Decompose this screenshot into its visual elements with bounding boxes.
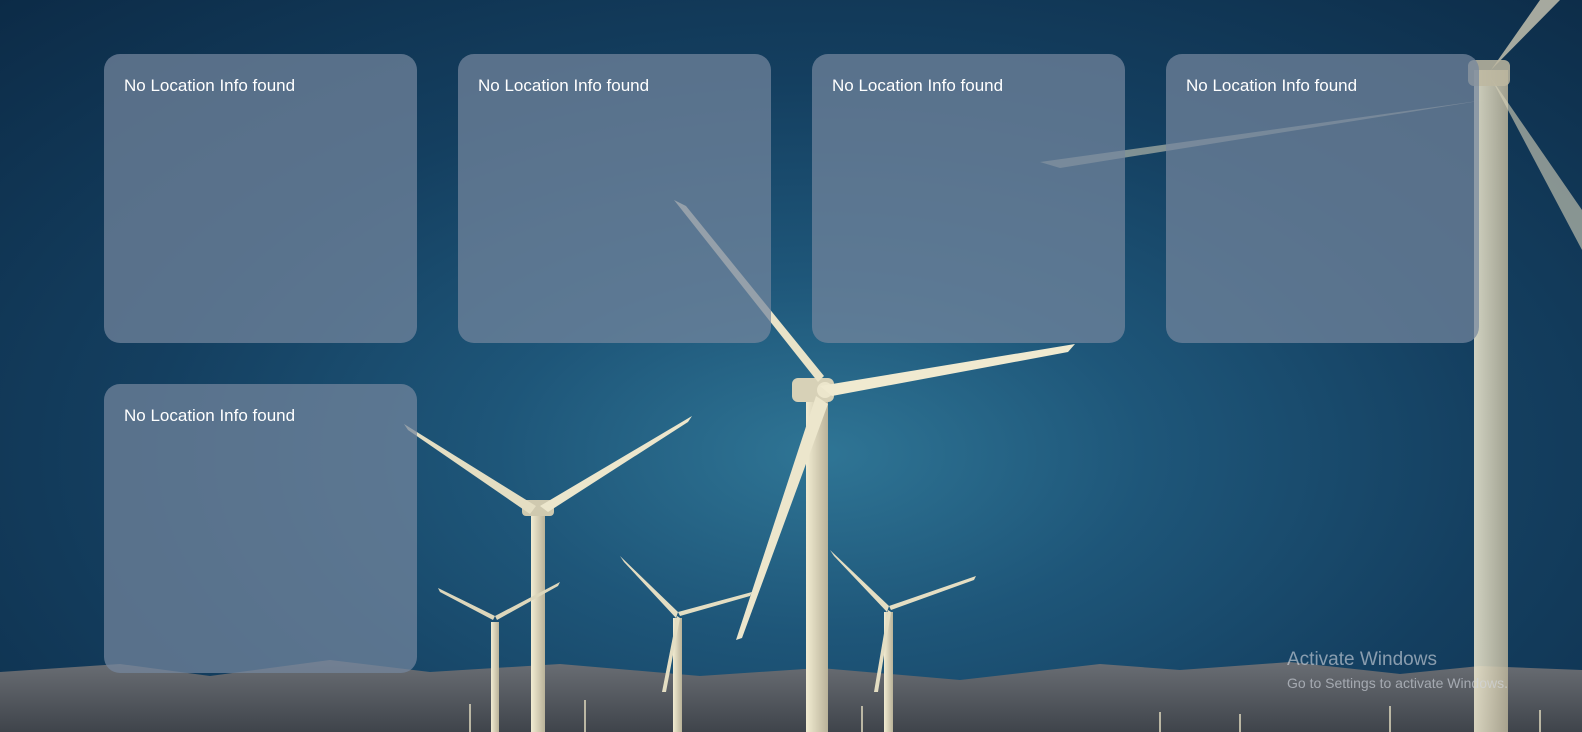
location-card: No Location Info found [458, 54, 771, 343]
location-card-message: No Location Info found [1186, 76, 1358, 95]
location-card-message: No Location Info found [124, 76, 296, 95]
location-card-message: No Location Info found [478, 76, 650, 95]
activation-watermark-subtitle: Go to Settings to activate Windows. [1287, 675, 1508, 691]
location-card: No Location Info found [104, 54, 417, 343]
location-card-message: No Location Info found [124, 406, 296, 425]
location-card: No Location Info found [104, 384, 417, 673]
activation-watermark: Activate Windows Go to Settings to activ… [1287, 648, 1508, 692]
activation-watermark-title: Activate Windows [1287, 649, 1437, 670]
location-card-message: No Location Info found [832, 76, 1004, 95]
location-card: No Location Info found [812, 54, 1125, 343]
app-background: No Location Info found No Location Info … [0, 0, 1582, 732]
location-card: No Location Info found [1166, 54, 1479, 343]
